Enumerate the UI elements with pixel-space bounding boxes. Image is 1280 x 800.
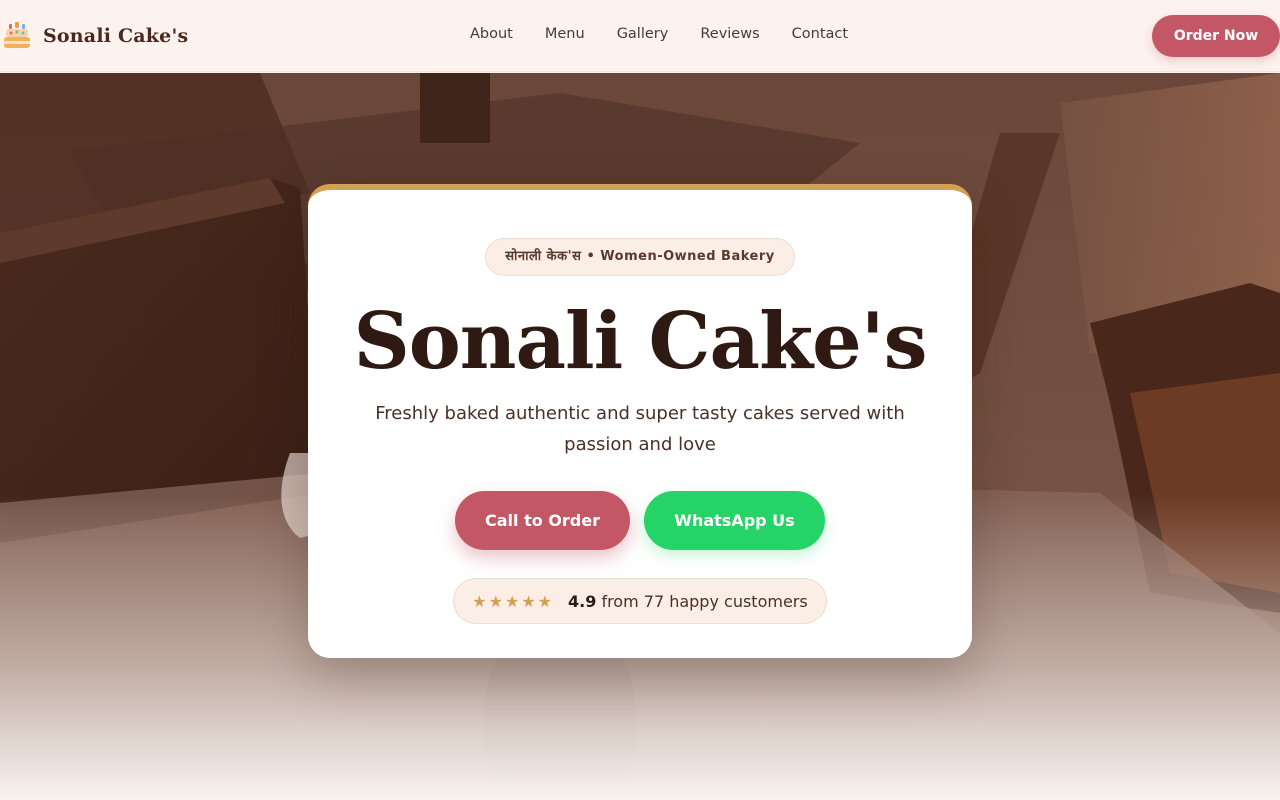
order-now-button[interactable]: Order Now <box>1152 15 1280 57</box>
rating-text: 4.9 from 77 happy customers <box>568 592 808 611</box>
hero-title: Sonali Cake's <box>353 296 927 387</box>
main-nav: About Menu Gallery Reviews Contact <box>470 26 848 42</box>
rating-summary: ★★★★★ 4.9 from 77 happy customers <box>453 578 827 624</box>
nav-gallery[interactable]: Gallery <box>617 26 669 42</box>
hero-tagline: Freshly baked authentic and super tasty … <box>375 403 905 455</box>
rating-score: 4.9 <box>568 591 597 611</box>
nav-about[interactable]: About <box>470 26 513 42</box>
call-to-order-button[interactable]: Call to Order <box>455 491 630 550</box>
whatsapp-button[interactable]: WhatsApp Us <box>644 491 825 550</box>
nav-reviews[interactable]: Reviews <box>700 26 759 42</box>
brand-name: Sonali Cake's <box>43 25 189 47</box>
star-rating-icon: ★★★★★ <box>472 591 554 611</box>
site-header: Sonali Cake's About Menu Gallery Reviews… <box>0 0 1280 72</box>
nav-menu[interactable]: Menu <box>545 26 585 42</box>
women-owned-badge: सोनाली केक'स • Women-Owned Bakery <box>485 238 795 276</box>
cake-icon <box>4 22 30 48</box>
brand[interactable]: Sonali Cake's <box>3 20 188 52</box>
hero-card: सोनाली केक'स • Women-Owned Bakery Sonali… <box>308 184 972 658</box>
nav-contact[interactable]: Contact <box>792 26 848 42</box>
rating-count-text: from 77 happy customers <box>601 591 808 611</box>
